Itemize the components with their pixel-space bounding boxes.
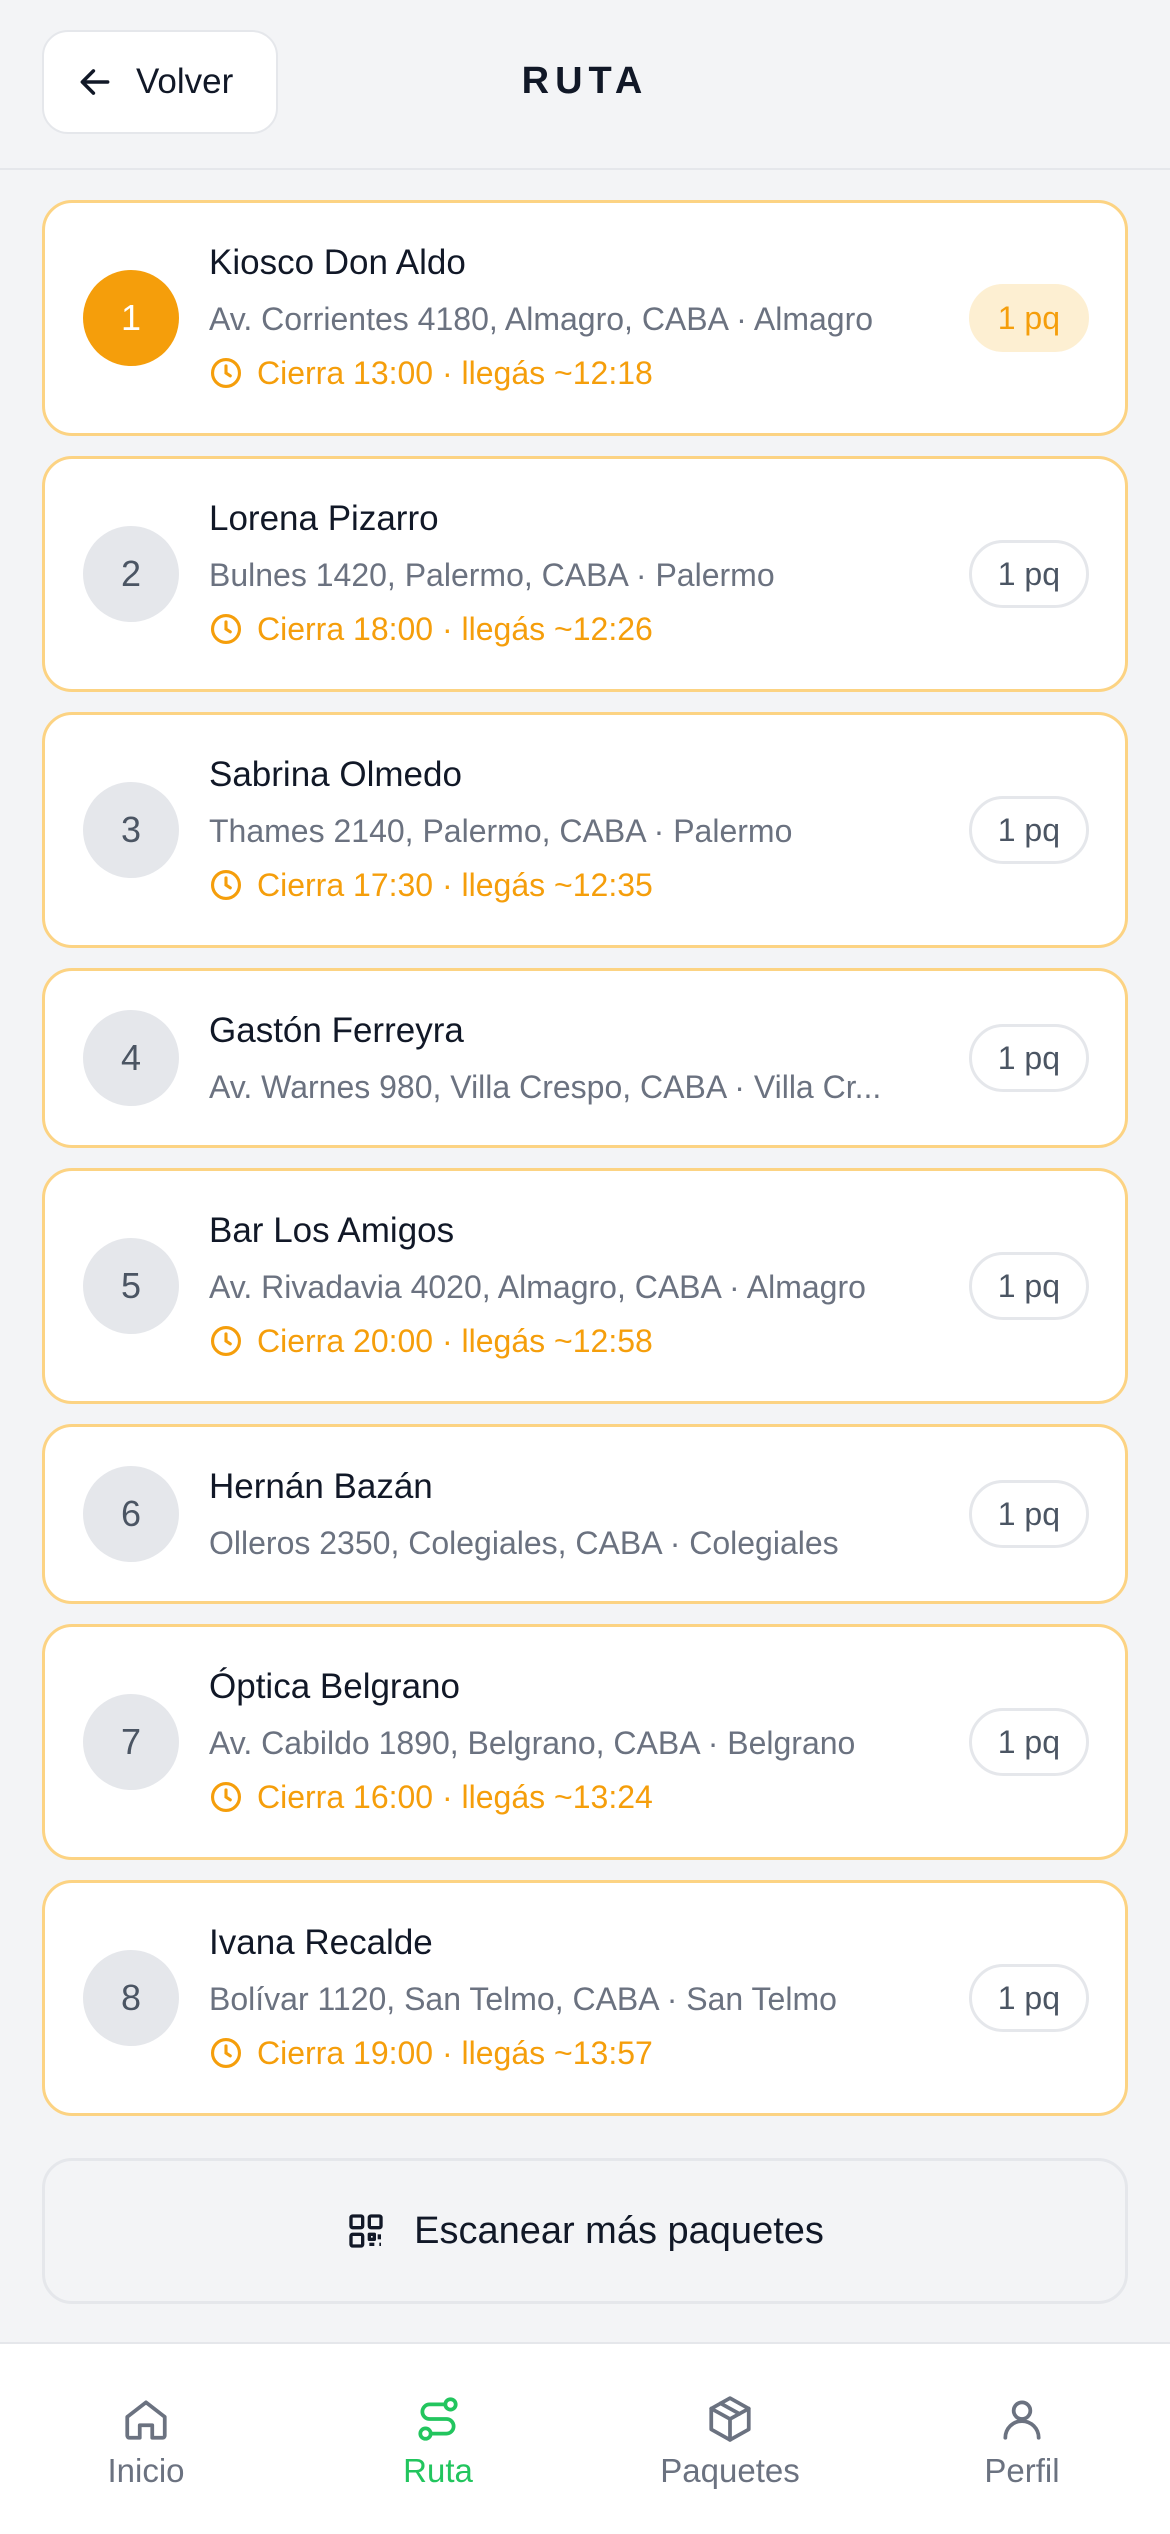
clock-icon <box>210 1781 242 1813</box>
stop-closing-time: Cierra 16:00 · llegás ~13:24 <box>209 1777 989 1817</box>
stop-number: 2 <box>83 526 179 622</box>
closing-text: Cierra 20:00 · llegás ~12:58 <box>257 1323 653 1359</box>
stop-card[interactable]: 7 Óptica Belgrano Av. Cabildo 1890, Belg… <box>42 1624 1128 1860</box>
stop-address: Olleros 2350, Colegiales, CABA · Colegia… <box>209 1525 839 1561</box>
clock-icon <box>210 357 242 389</box>
stop-name: Lorena Pizarro <box>209 499 439 538</box>
stop-card[interactable]: 5 Bar Los Amigos Av. Rivadavia 4020, Alm… <box>42 1168 1128 1404</box>
stop-card[interactable]: 3 Sabrina Olmedo Thames 2140, Palermo, C… <box>42 712 1128 948</box>
closing-text: Cierra 16:00 · llegás ~13:24 <box>257 1779 653 1815</box>
stop-card[interactable]: 6 Hernán Bazán Olleros 2350, Colegiales,… <box>42 1424 1128 1604</box>
stop-number: 8 <box>83 1950 179 2046</box>
tab-label: Perfil <box>984 2452 1060 2489</box>
stop-number: 3 <box>83 782 179 878</box>
stop-number: 5 <box>83 1238 179 1334</box>
clock-icon <box>210 1325 242 1357</box>
stop-name: Sabrina Olmedo <box>209 755 462 794</box>
closing-text: Cierra 18:00 · llegás ~12:26 <box>257 611 653 647</box>
stop-card[interactable]: 4 Gastón Ferreyra Av. Warnes 980, Villa … <box>42 968 1128 1148</box>
package-icon <box>709 2396 751 2442</box>
stop-address: Av. Rivadavia 4020, Almagro, CABA · Alma… <box>209 1269 866 1305</box>
stop-address: Bolívar 1120, San Telmo, CABA · San Telm… <box>209 1981 837 2017</box>
closing-text: Cierra 19:00 · llegás ~13:57 <box>257 2035 653 2071</box>
package-count-badge: 1 pq <box>968 1708 1089 1776</box>
stop-closing-time: Cierra 13:00 · llegás ~12:18 <box>209 353 989 393</box>
stop-address: Bulnes 1420, Palermo, CABA · Palermo <box>209 557 775 593</box>
tab-label: Ruta <box>403 2452 473 2489</box>
stop-name: Gastón Ferreyra <box>209 1011 464 1050</box>
stop-name: Kiosco Don Aldo <box>209 243 466 282</box>
page-title: RUTA <box>521 60 649 102</box>
bottom-tab-bar: Inicio Ruta Paquetes Perfil <box>0 2342 1170 2534</box>
stop-address: Av. Corrientes 4180, Almagro, CABA · Alm… <box>209 301 874 337</box>
package-count-badge: 1 pq <box>968 1024 1089 1092</box>
stop-name: Óptica Belgrano <box>209 1667 460 1706</box>
package-count-badge: 1 pq <box>968 1480 1089 1548</box>
stop-name: Ivana Recalde <box>209 1923 433 1962</box>
home-icon <box>125 2400 167 2440</box>
stop-card[interactable]: 1 Kiosco Don Aldo Av. Corrientes 4180, A… <box>42 200 1128 436</box>
stop-address: Thames 2140, Palermo, CABA · Palermo <box>209 813 793 849</box>
stop-list: 1 Kiosco Don Aldo Av. Corrientes 4180, A… <box>42 200 1128 2136</box>
stop-name: Hernán Bazán <box>209 1467 433 1506</box>
header: Volver RUTA <box>0 0 1170 170</box>
tab-inicio[interactable]: Inicio <box>0 2344 292 2534</box>
package-count-badge: 1 pq <box>968 1964 1089 2032</box>
stop-number: 4 <box>83 1010 179 1106</box>
stop-card[interactable]: 8 Ivana Recalde Bolívar 1120, San Telmo,… <box>42 1880 1128 2116</box>
user-icon <box>1003 2400 1041 2440</box>
stop-number: 1 <box>83 270 179 366</box>
closing-text: Cierra 13:00 · llegás ~12:18 <box>257 355 653 391</box>
clock-icon <box>210 613 242 645</box>
clock-icon <box>210 869 242 901</box>
stop-number: 6 <box>83 1466 179 1562</box>
tab-perfil[interactable]: Perfil <box>876 2344 1168 2534</box>
tab-label: Paquetes <box>660 2452 800 2489</box>
stop-closing-time: Cierra 19:00 · llegás ~13:57 <box>209 2033 989 2073</box>
closing-text: Cierra 17:30 · llegás ~12:35 <box>257 867 653 903</box>
qr-code-icon <box>349 2214 383 2248</box>
stop-card[interactable]: 2 Lorena Pizarro Bulnes 1420, Palermo, C… <box>42 456 1128 692</box>
package-count-badge: 1 pq <box>968 540 1089 608</box>
stop-number: 7 <box>83 1694 179 1790</box>
package-count-badge: 1 pq <box>968 284 1089 352</box>
package-count-badge: 1 pq <box>968 796 1089 864</box>
tab-paquetes[interactable]: Paquetes <box>584 2344 876 2534</box>
package-count-badge: 1 pq <box>968 1252 1089 1320</box>
stop-closing-time: Cierra 17:30 · llegás ~12:35 <box>209 865 989 905</box>
stop-closing-time: Cierra 20:00 · llegás ~12:58 <box>209 1321 989 1361</box>
clock-icon <box>210 2037 242 2069</box>
stop-name: Bar Los Amigos <box>209 1211 455 1250</box>
tab-label: Inicio <box>107 2452 185 2489</box>
stop-address: Av. Cabildo 1890, Belgrano, CABA · Belgr… <box>209 1725 856 1761</box>
stop-address: Av. Warnes 980, Villa Crespo, CABA · Vil… <box>209 1069 882 1105</box>
stop-closing-time: Cierra 18:00 · llegás ~12:26 <box>209 609 989 649</box>
scan-button-label: Escanear más paquetes <box>414 2209 824 2252</box>
route-icon <box>418 2397 458 2441</box>
tab-ruta[interactable]: Ruta <box>292 2344 584 2534</box>
scan-more-packages-button[interactable]: Escanear más paquetes <box>42 2158 1128 2304</box>
